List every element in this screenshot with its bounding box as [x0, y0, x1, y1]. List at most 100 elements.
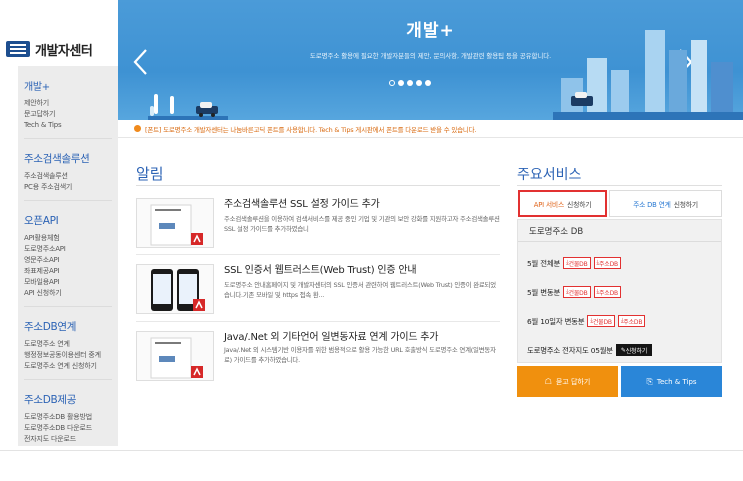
street-illustration [148, 94, 228, 120]
menu-item-db-usage[interactable]: 도로명주소DB 활용방법 [24, 412, 118, 423]
news-thumbnail-doc [136, 198, 214, 248]
address-db-download-button[interactable]: ⤓ 주소DB [617, 315, 646, 327]
news-thumbnail-phones [136, 264, 214, 314]
menu-head-dev-plus[interactable]: 개발+ [24, 78, 118, 93]
services-section-title: 주요서비스 [517, 167, 582, 183]
api-service-label: API 서비스 [533, 200, 565, 209]
db-panel-heading: 도로명주소 DB [518, 220, 721, 242]
building-db-download-button[interactable]: ⤓ 건물DB [563, 286, 591, 298]
logo-text: 개발자센터 [35, 43, 93, 59]
carousel-dot[interactable] [425, 80, 431, 86]
menu-divider [24, 372, 112, 380]
db-row-label: 도로명주소 전자지도 05월분 [527, 345, 613, 355]
menu-group-db-provide: 주소DB제공 도로명주소DB 활용방법 도로명주소DB 다운로드 전자지도 다운… [18, 380, 118, 445]
news-row-divider [136, 321, 500, 322]
chevron-left-icon [133, 49, 147, 75]
carousel-dot[interactable] [389, 80, 395, 86]
menu-item-api-trial[interactable]: API활용체험 [24, 233, 118, 244]
news-desc: Java/.Net 외 시스템기반 이용자를 위한 범용적으로 활용 가능한 U… [224, 346, 496, 364]
menu-group-db-link: 주소DB연계 도로명주소 연계 행정정보공동이용센터 중계 도로명주소 연계 신… [18, 307, 118, 380]
document-icon [150, 204, 203, 246]
news-body: SSL 인증서 웹트러스트(Web Trust) 인증 안내 도로명주소 안내홈… [224, 264, 500, 300]
menu-item-coord-api[interactable]: 좌표제공API [24, 266, 118, 277]
db-link-apply-label: 신청하기 [673, 200, 698, 209]
paperclip-icon: ⎘ [646, 376, 653, 386]
sidebar: 개발자센터 개발+ 제안하기 문고답하기 Tech & Tips 주소검색솔루션… [0, 0, 118, 481]
menu-item-pc-search[interactable]: PC용 주소검색기 [24, 182, 118, 193]
news-desc: 도로명주소 안내홈페이지 및 개발자센터의 SSL 인증서 관련하여 웹트러스트… [224, 281, 496, 299]
services-divider [517, 185, 722, 186]
building-db-download-button[interactable]: ⤓ 건물DB [587, 315, 615, 327]
footer-divider [0, 450, 743, 451]
db-link-label: 주소 DB 연계 [633, 200, 671, 209]
menu-item-road-api[interactable]: 도로명주소API [24, 244, 118, 255]
menu-item-relay[interactable]: 행정정보공동이용센터 중계 [24, 350, 118, 361]
notice-text[interactable]: [폰트] 도로명주소 개발자센터는 나눔바른고딕 폰트를 사용합니다. Tech… [145, 124, 477, 134]
db-row-digital-map: 도로명주소 전자지도 05월분 ✎ 신청하기 [527, 344, 653, 356]
menu-item-api-apply[interactable]: API 신청하기 [24, 288, 118, 299]
db-row-label: 6월 10일자 변동분 [527, 316, 585, 326]
menu-group-address-search: 주소검색솔루션 주소검색솔루션 PC용 주소검색기 [18, 139, 118, 201]
db-row-label: 5월 전체분 [527, 258, 561, 268]
menu-item-mobile-api[interactable]: 모바일용API [24, 277, 118, 288]
menu-divider [24, 193, 112, 201]
font-notice-bar: [폰트] 도로명주소 개발자센터는 나눔바른고딕 폰트를 사용합니다. Tech… [118, 120, 743, 138]
news-title[interactable]: SSL 인증서 웹트러스트(Web Trust) 인증 안내 [224, 264, 500, 278]
menu-item-qna[interactable]: 문고답하기 [24, 109, 118, 120]
hero-banner: 개발+ 도로명주소 활용에 필요한 개발자분들의 제안, 문의사항, 개발관련 … [118, 0, 743, 120]
qna-button[interactable]: ☖ 묻고 답하기 [517, 366, 618, 397]
news-thumbnail-doc [136, 331, 214, 381]
api-service-apply-tab[interactable]: API 서비스 신청하기 [518, 190, 607, 217]
menu-divider [24, 299, 112, 307]
menu-head-open-api[interactable]: 오픈API [24, 213, 118, 228]
info-icon [134, 125, 141, 132]
news-desc: 주소검색솔루션을 이용하여 검색서비스를 제공 중인 기업 및 기관의 보안 강… [224, 215, 500, 233]
news-body: Java/.Net 외 기타언어 일변동자료 연계 가이드 추가 Java/.N… [224, 331, 500, 365]
api-service-apply-label: 신청하기 [567, 200, 592, 209]
menu-item-tech-tips[interactable]: Tech & Tips [24, 120, 118, 131]
menu-head-db-link[interactable]: 주소DB연계 [24, 319, 118, 334]
menu-item-map-download[interactable]: 전자지도 다운로드 [24, 434, 118, 445]
menu-item-english-api[interactable]: 영문주소API [24, 255, 118, 266]
db-row-may-change: 5월 변동분 ⤓ 건물DB ⤓ 주소DB [527, 286, 621, 298]
carousel-prev-button[interactable] [132, 48, 148, 76]
db-link-apply-tab[interactable]: 주소 DB 연계 신청하기 [609, 190, 722, 217]
menu-item-db-download[interactable]: 도로명주소DB 다운로드 [24, 423, 118, 434]
digital-map-apply-button[interactable]: ✎ 신청하기 [615, 344, 653, 356]
news-section-title: 알림 [136, 165, 164, 183]
tech-tips-button-label: Tech & Tips [656, 377, 697, 386]
db-row-may-full: 5월 전체분 ⤓ 건물DB ⤓ 주소DB [527, 257, 621, 269]
carousel-dot[interactable] [398, 80, 404, 86]
menu-group-open-api: 오픈API API활용체험 도로명주소API 영문주소API 좌표제공API 모… [18, 201, 118, 307]
news-item[interactable]: 주소검색솔루션 SSL 설정 가이드 추가 주소검색솔루션을 이용하여 검색서비… [136, 198, 500, 250]
db-row-label: 5월 변동분 [527, 287, 561, 297]
news-title[interactable]: 주소검색솔루션 SSL 설정 가이드 추가 [224, 198, 500, 212]
logo-icon [6, 41, 30, 57]
menu-item-road-link[interactable]: 도로명주소 연계 [24, 339, 118, 350]
menu-item-link-apply[interactable]: 도로명주소 연계 신청하기 [24, 361, 118, 372]
menu-item-search-solution[interactable]: 주소검색솔루션 [24, 171, 118, 182]
carousel-indicators [389, 80, 431, 86]
carousel-dot[interactable] [407, 80, 413, 86]
carousel-dot[interactable] [416, 80, 422, 86]
site-logo[interactable]: 개발자센터 [6, 38, 118, 60]
news-item[interactable]: SSL 인증서 웹트러스트(Web Trust) 인증 안내 도로명주소 안내홈… [136, 264, 500, 316]
city-skyline-illustration [553, 30, 743, 120]
db-row-june-change: 6월 10일자 변동분 ⤓ 건물DB ⤓ 주소DB [527, 315, 646, 327]
road-address-db-panel: 도로명주소 DB 5월 전체분 ⤓ 건물DB ⤓ 주소DB 5월 변동분 ⤓ 건물DB… [517, 219, 722, 363]
address-db-download-button[interactable]: ⤓ 주소DB [593, 286, 621, 298]
menu-divider [24, 131, 112, 139]
tech-tips-button[interactable]: ⎘ Tech & Tips [621, 366, 722, 397]
menu-head-db-provide[interactable]: 주소DB제공 [24, 392, 118, 407]
qna-button-label: 묻고 답하기 [555, 377, 591, 386]
news-item[interactable]: Java/.Net 외 기타언어 일변동자료 연계 가이드 추가 Java/.N… [136, 331, 500, 383]
sidebar-menu: 개발+ 제안하기 문고답하기 Tech & Tips 주소검색솔루션 주소검색솔… [18, 66, 118, 446]
mobile-phone-icon [151, 269, 205, 311]
building-db-download-button[interactable]: ⤓ 건물DB [563, 257, 591, 269]
menu-item-propose[interactable]: 제안하기 [24, 98, 118, 109]
chat-bubble-icon: ☖ [544, 377, 552, 386]
news-divider [136, 185, 500, 186]
news-title[interactable]: Java/.Net 외 기타언어 일변동자료 연계 가이드 추가 [224, 331, 500, 345]
address-db-download-button[interactable]: ⤓ 주소DB [593, 257, 621, 269]
menu-head-address-search[interactable]: 주소검색솔루션 [24, 151, 118, 166]
